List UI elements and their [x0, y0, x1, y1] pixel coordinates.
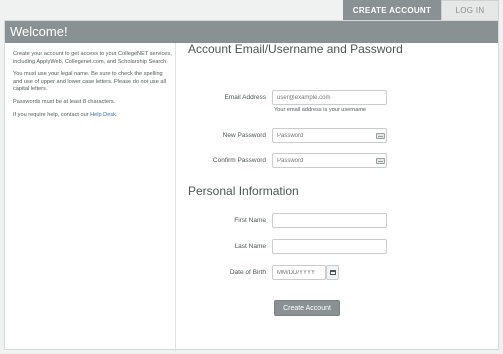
first-name-field[interactable]: [272, 213, 387, 228]
sidebar-name-text: You must use your legal name. Be sure to…: [13, 71, 166, 93]
email-label: Email Address: [224, 94, 266, 101]
confirm-password-label: Confirm Password: [212, 157, 266, 164]
email-field[interactable]: [272, 90, 387, 105]
column-divider: [175, 43, 176, 351]
create-account-button[interactable]: Create Account: [274, 300, 340, 316]
sidebar-password-text: Passwords must be at least 8 characters.: [13, 98, 116, 105]
tab-log-in[interactable]: LOG IN: [441, 0, 499, 20]
sidebar-help-text: If you require help, contact our Help De…: [13, 112, 173, 120]
new-password-field[interactable]: [272, 128, 387, 143]
tab-create-account[interactable]: CREATE ACCOUNT: [343, 0, 441, 20]
dob-field[interactable]: [272, 265, 326, 280]
help-desk-link[interactable]: Help Desk: [90, 112, 116, 118]
help-prefix: If you require help, contact our: [13, 111, 91, 118]
keyboard-icon[interactable]: [376, 133, 385, 139]
new-password-label: New Password: [222, 132, 266, 139]
calendar-icon: [330, 270, 336, 275]
dob-label: Date of Birth: [229, 269, 266, 276]
calendar-button[interactable]: [326, 265, 339, 280]
personal-section-title: Personal Information: [188, 184, 299, 198]
keyboard-icon[interactable]: [376, 158, 385, 164]
last-name-label: Last Name: [234, 243, 266, 250]
account-section-title: Account Email/Username and Password: [188, 42, 403, 56]
sidebar-instructions: Create your account to get access to you…: [13, 51, 173, 124]
welcome-banner: Welcome!: [5, 21, 498, 43]
confirm-password-field[interactable]: [272, 153, 387, 168]
top-tabs: CREATE ACCOUNT LOG IN: [343, 0, 499, 20]
last-name-field[interactable]: [272, 239, 387, 254]
sidebar-intro-text: Create your account to get access to you…: [13, 51, 172, 65]
help-suffix: .: [115, 111, 118, 118]
first-name-label: First Name: [234, 217, 266, 224]
email-hint: Your email address is your username: [274, 107, 367, 113]
